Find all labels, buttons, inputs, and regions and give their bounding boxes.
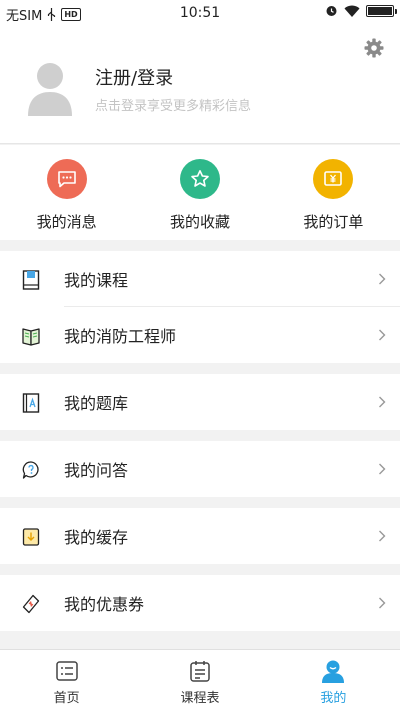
- menu-item-courses-label: 我的课程: [64, 271, 129, 290]
- login-title[interactable]: 注册/登录: [95, 64, 173, 90]
- menu-item-courses[interactable]: 我的课程: [0, 251, 400, 307]
- tab-schedule-label: 课程表: [180, 691, 220, 706]
- question-bubble-icon: [22, 461, 39, 479]
- menu-group-coupons: 我的优惠券: [0, 575, 400, 631]
- menu-item-coupons[interactable]: 我的优惠券: [0, 575, 400, 631]
- menu-item-coupons-label: 我的优惠券: [64, 595, 145, 614]
- my-favorites-label: 我的收藏: [169, 213, 230, 231]
- chevron-right-icon: [379, 597, 386, 609]
- chevron-right-icon: [379, 396, 386, 408]
- menu-item-fire-engineer[interactable]: 我的消防工程师: [0, 307, 400, 363]
- my-messages-label: 我的消息: [36, 213, 97, 231]
- order-icon: [313, 159, 354, 199]
- menu-group-cache: 我的缓存: [0, 508, 400, 564]
- alarm-icon: [326, 6, 337, 16]
- star-icon: [179, 159, 220, 199]
- menu-item-question-bank[interactable]: 我的题库: [0, 374, 400, 430]
- quick-actions: 我的消息 我的收藏 我的订单: [0, 145, 400, 240]
- tab-schedule[interactable]: 课程表: [133, 650, 266, 711]
- course-book-icon: [22, 270, 40, 290]
- menu-item-question-bank-label: 我的题库: [64, 394, 129, 413]
- schedule-icon: [190, 661, 210, 682]
- menu-item-fire-engineer-label: 我的消防工程师: [64, 327, 177, 346]
- my-orders-label: 我的订单: [303, 213, 364, 231]
- settings-gear-icon[interactable]: [364, 38, 384, 58]
- bottom-tab-bar: 首页 课程表 我的: [0, 649, 400, 711]
- open-book-icon: [22, 328, 40, 346]
- home-list-icon: [55, 661, 78, 681]
- login-subtitle: 点击登录享受更多精彩信息: [95, 99, 252, 114]
- my-messages-button[interactable]: 我的消息: [0, 145, 133, 240]
- menu-item-qa[interactable]: 我的问答: [0, 441, 400, 497]
- tab-mine-label: 我的: [320, 691, 347, 706]
- chevron-right-icon: [379, 329, 386, 341]
- profile-header[interactable]: 注册/登录 点击登录享受更多精彩信息: [0, 26, 400, 144]
- menu-item-qa-label: 我的问答: [64, 461, 129, 480]
- menu-group-qa: 我的问答: [0, 441, 400, 497]
- coupon-tag-icon: [22, 594, 40, 614]
- user-icon: [322, 660, 345, 683]
- wifi-icon: [344, 5, 360, 17]
- menu-item-cache[interactable]: 我的缓存: [0, 508, 400, 564]
- tab-home[interactable]: 首页: [0, 650, 133, 711]
- menu-item-cache-label: 我的缓存: [64, 528, 129, 547]
- download-cache-icon: [22, 528, 40, 546]
- my-favorites-button[interactable]: 我的收藏: [133, 145, 266, 240]
- status-bar: 无SIM HD 10:51: [0, 0, 400, 26]
- chevron-right-icon: [379, 530, 386, 542]
- my-orders-button[interactable]: 我的订单: [267, 145, 400, 240]
- menu-group-courses: 我的课程 我的消防工程师: [0, 251, 400, 363]
- tab-mine[interactable]: 我的: [267, 650, 400, 711]
- chevron-right-icon: [379, 273, 386, 285]
- menu-group-question-bank: 我的题库: [0, 374, 400, 430]
- question-bank-icon: [22, 393, 40, 413]
- chevron-right-icon: [379, 463, 386, 475]
- avatar[interactable]: [26, 60, 74, 116]
- battery-icon: [366, 4, 397, 17]
- tab-home-label: 首页: [53, 691, 80, 706]
- message-icon: [46, 159, 87, 199]
